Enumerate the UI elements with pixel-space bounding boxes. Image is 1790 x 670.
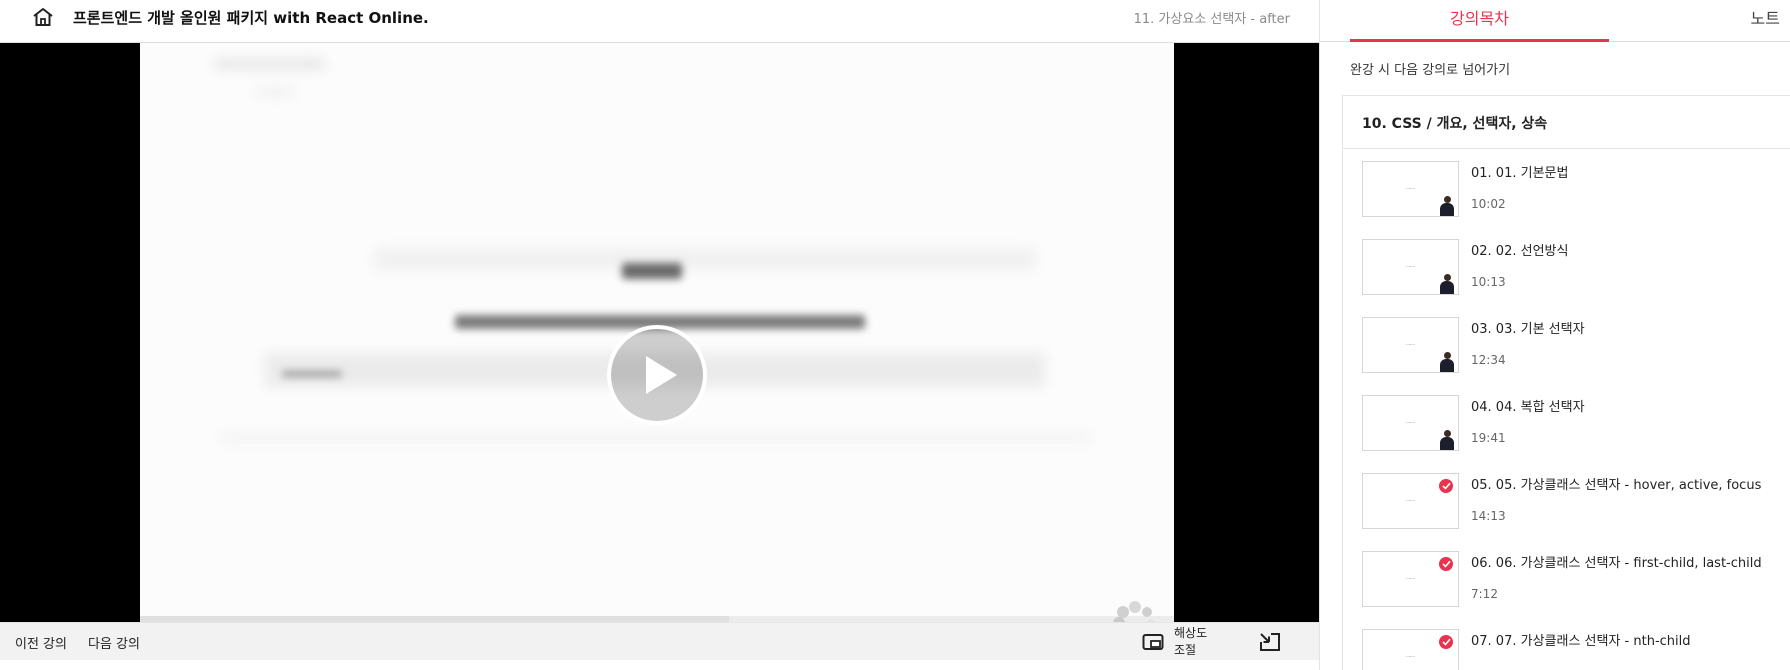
quality-label: 해상도 조절	[1174, 626, 1208, 657]
lesson-item[interactable]: ······· 03. 03. 기본 선택자 12:34	[1343, 306, 1790, 384]
lesson-item[interactable]: ······· 06. 06. 가상클래스 선택자 - first-child, …	[1343, 540, 1790, 618]
lesson-title: 01. 01. 기본문법	[1471, 166, 1569, 181]
prev-lecture-button[interactable]: 이전 강의	[15, 633, 67, 652]
curriculum-panel: 강의목차 노트 완강 시 다음 강의로 넘어가기 10. CSS / 개요, 선…	[1319, 0, 1790, 670]
lesson-duration: 19:41	[1471, 431, 1506, 445]
lesson-title: 07. 07. 가상클래스 선택자 - nth-child	[1471, 634, 1691, 649]
play-icon	[646, 356, 677, 394]
play-button[interactable]	[607, 325, 707, 425]
lesson-thumbnail: ·······	[1362, 239, 1459, 295]
panel-tabs: 강의목차 노트	[1320, 0, 1790, 42]
instructor-avatar	[1440, 274, 1454, 294]
lesson-thumbnail: ·······	[1362, 551, 1459, 607]
lesson-title: 06. 06. 가상클래스 선택자 - first-child, last-ch…	[1471, 556, 1762, 571]
video-player[interactable]	[0, 43, 1319, 644]
home-button[interactable]	[30, 4, 56, 30]
lesson-thumbnail: ·······	[1362, 629, 1459, 670]
course-title: 프론트엔드 개발 올인원 패키지 with React Online.	[73, 9, 429, 27]
lesson-thumbnail: ·······	[1362, 317, 1459, 373]
lesson-title: 04. 04. 복합 선택자	[1471, 400, 1585, 415]
instructor-avatar	[1440, 196, 1454, 216]
top-bar: 프론트엔드 개발 올인원 패키지 with React Online. 11. …	[0, 0, 1319, 43]
lesson-duration: 12:34	[1471, 353, 1506, 367]
lesson-duration: 10:13	[1471, 275, 1506, 289]
lesson-thumbnail: ·······	[1362, 395, 1459, 451]
tab-curriculum[interactable]: 강의목차	[1350, 0, 1609, 42]
tab-notes[interactable]: 노트	[1650, 0, 1790, 42]
thumbnail-caption: ·······	[1406, 420, 1415, 425]
completed-check-icon	[1439, 479, 1453, 493]
lesson-thumbnail: ·······	[1362, 473, 1459, 529]
current-lecture-title: 11. 가상요소 선택자 - after	[1133, 12, 1290, 27]
expand-icon[interactable]	[1258, 632, 1282, 652]
thumbnail-caption: ·······	[1406, 186, 1415, 191]
quality-button[interactable]: 해상도 조절	[1142, 625, 1214, 659]
autoplay-toggle[interactable]: 완강 시 다음 강의로 넘어가기	[1350, 59, 1510, 78]
thumbnail-caption: ·······	[1406, 654, 1415, 659]
thumbnail-caption: ·······	[1406, 342, 1415, 347]
home-icon	[33, 8, 53, 26]
lesson-title: 05. 05. 가상클래스 선택자 - hover, active, focus	[1471, 478, 1762, 493]
lesson-item[interactable]: ······· 01. 01. 기본문법 10:02	[1343, 150, 1790, 228]
completed-check-icon	[1439, 557, 1453, 571]
player-area: 프론트엔드 개발 올인원 패키지 with React Online. 11. …	[0, 0, 1319, 670]
next-lecture-button[interactable]: 다음 강의	[88, 633, 140, 652]
thumbnail-caption: ·······	[1406, 576, 1415, 581]
section-header[interactable]: 10. CSS / 개요, 선택자, 상속	[1342, 95, 1790, 149]
lesson-title: 02. 02. 선언방식	[1471, 244, 1569, 259]
lesson-duration: 7:12	[1471, 587, 1498, 601]
lesson-duration: 14:13	[1471, 509, 1506, 523]
lesson-item[interactable]: ······· 05. 05. 가상클래스 선택자 - hover, active…	[1343, 462, 1790, 540]
lesson-title: 03. 03. 기본 선택자	[1471, 322, 1585, 337]
lesson-item[interactable]: ······· 04. 04. 복합 선택자 19:41	[1343, 384, 1790, 462]
thumbnail-caption: ·······	[1406, 498, 1415, 503]
thumbnail-caption: ·······	[1406, 264, 1415, 269]
control-bar: 이전 강의 다음 강의 해상도 조절	[0, 622, 1319, 660]
bottom-strip	[0, 660, 1319, 670]
completed-check-icon	[1439, 635, 1453, 649]
lesson-item[interactable]: ······· 07. 07. 가상클래스 선택자 - nth-child	[1343, 618, 1790, 670]
lesson-thumbnail: ·······	[1362, 161, 1459, 217]
quality-icon	[1142, 634, 1164, 650]
lesson-item[interactable]: ······· 02. 02. 선언방식 10:13	[1343, 228, 1790, 306]
instructor-avatar	[1440, 352, 1454, 372]
lesson-duration: 10:02	[1471, 197, 1506, 211]
lesson-list: ······· 01. 01. 기본문법 10:02 ······· 02. 02. 선…	[1342, 150, 1790, 670]
instructor-avatar	[1440, 430, 1454, 450]
